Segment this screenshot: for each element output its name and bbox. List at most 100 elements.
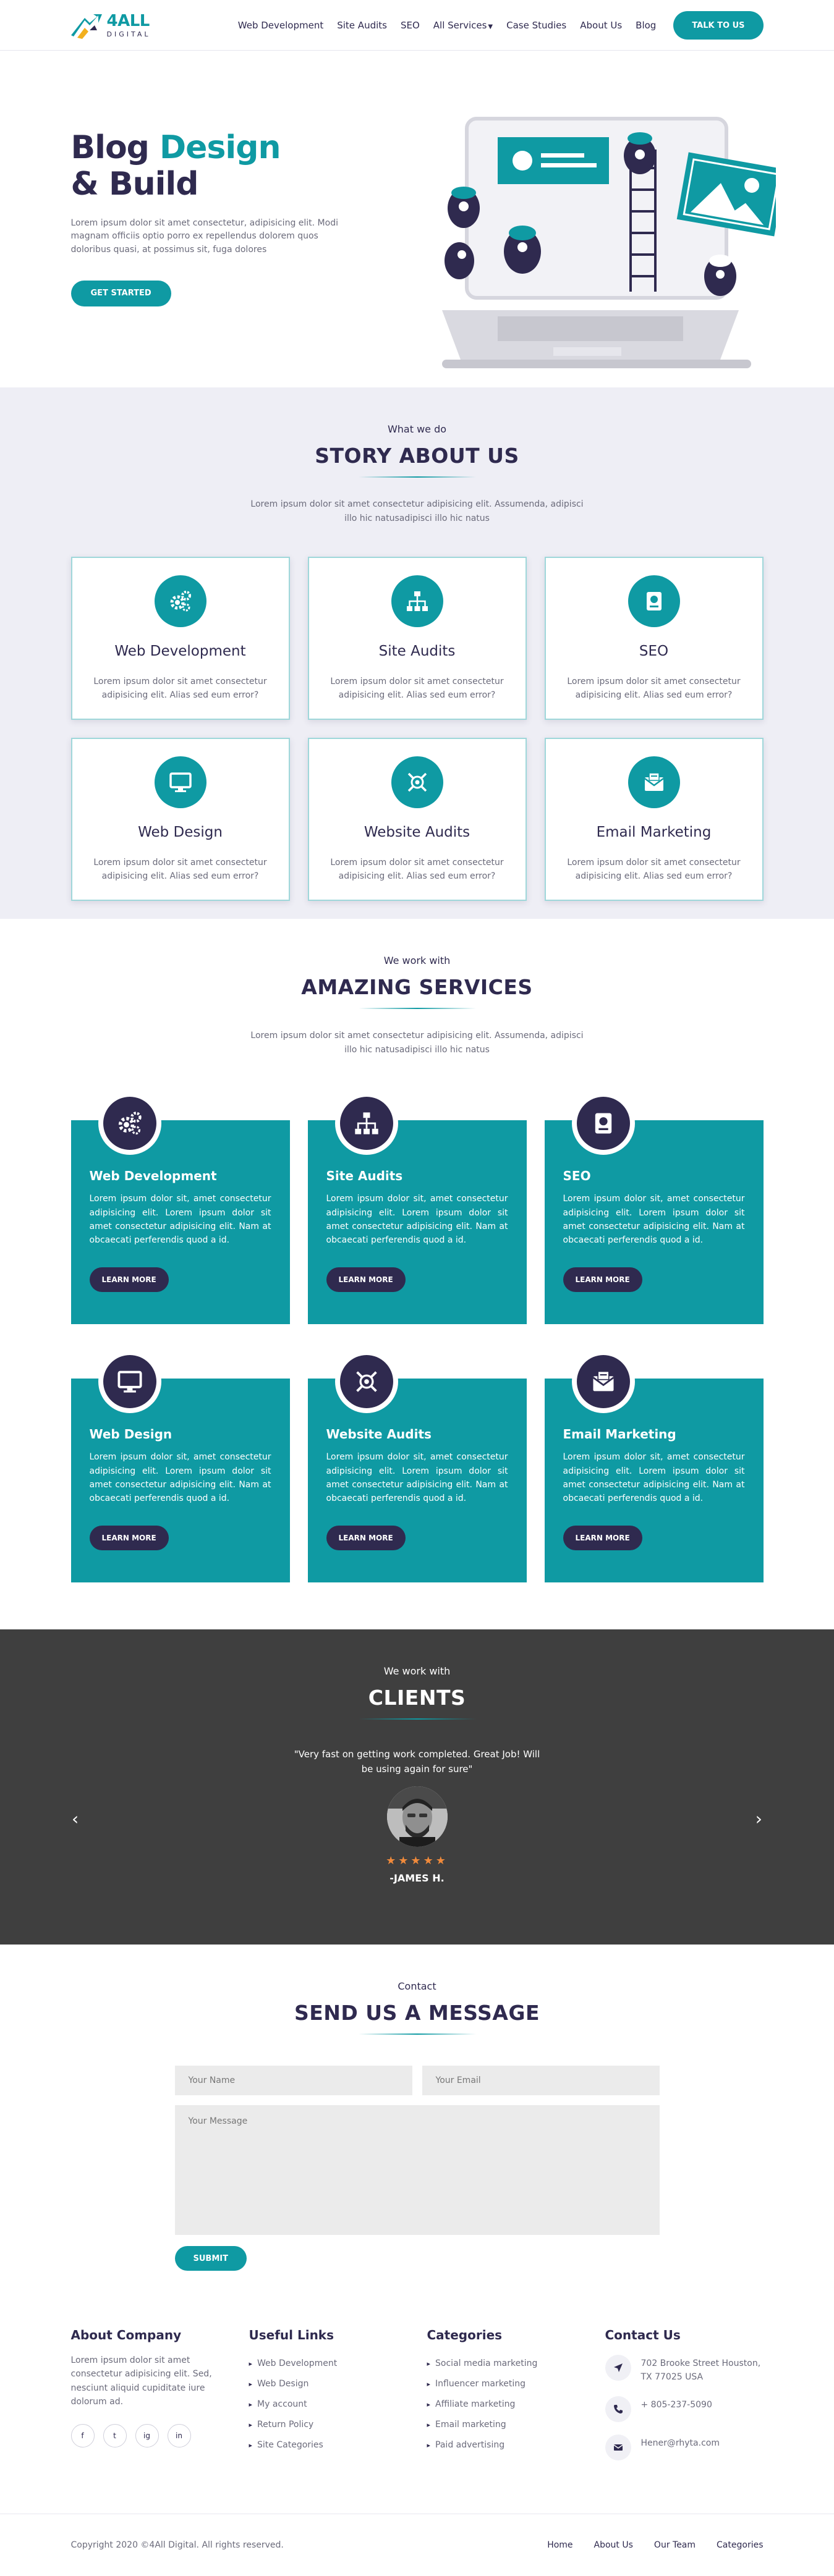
nav-blog[interactable]: Blog xyxy=(636,20,656,31)
footer-link[interactable]: Web Design xyxy=(249,2374,427,2394)
footer-category[interactable]: Affiliate marketing xyxy=(427,2394,605,2415)
title-divider xyxy=(358,2033,476,2035)
logo-name: 4ALL xyxy=(106,12,150,30)
service-card-title: Web Development xyxy=(89,1168,217,1184)
hero-illustration xyxy=(430,106,786,378)
footer-category[interactable]: Email marketing xyxy=(427,2415,605,2435)
footer-category[interactable]: Social media marketing xyxy=(427,2354,605,2374)
name-field[interactable]: Your Name xyxy=(174,2066,412,2095)
learn-more-button[interactable]: LEARN MORE xyxy=(89,1267,169,1292)
gears-icon xyxy=(154,575,206,628)
service-card-email-marketing: Email Marketing Lorem ipsum dolor sit, a… xyxy=(544,1350,764,1583)
next-arrow-icon[interactable]: › xyxy=(755,1809,762,1829)
service-card-seo: SEO Lorem ipsum dolor sit, amet consecte… xyxy=(544,1092,764,1325)
contact-kicker: Contact xyxy=(398,1980,436,1992)
envelope-icon xyxy=(605,2435,631,2461)
avatar xyxy=(386,1786,448,1847)
footer-link[interactable]: Site Categories xyxy=(249,2435,427,2456)
nav-site-audits[interactable]: Site Audits xyxy=(337,20,387,31)
get-started-button[interactable]: GET STARTED xyxy=(70,280,171,306)
gears-icon xyxy=(103,1097,156,1151)
logo-arrow-icon xyxy=(70,12,103,39)
copyright: Copyright 2020 ©4All Digital. All rights… xyxy=(70,2540,284,2550)
story-card-site-audits[interactable]: Site Audits Lorem ipsum dolor sit amet c… xyxy=(307,557,527,720)
main-nav: Web Development Site Audits SEO All Serv… xyxy=(238,20,657,31)
footer-contact: Contact Us 702 Brooke Street Houston, TX… xyxy=(605,2328,764,2461)
instagram-icon[interactable]: ig xyxy=(135,2423,159,2447)
story-card-text: Lorem ipsum dolor sit amet consectetur a… xyxy=(93,858,267,881)
email-field[interactable]: Your Email xyxy=(422,2066,660,2095)
service-card-text: Lorem ipsum dolor sit, amet consectetur … xyxy=(563,1452,745,1504)
twitter-icon[interactable]: t xyxy=(103,2423,127,2447)
learn-more-button[interactable]: LEARN MORE xyxy=(326,1525,406,1550)
message-field[interactable]: Your Message xyxy=(174,2105,660,2235)
story-kicker: What we do xyxy=(387,423,447,435)
client-name: -JAMES H. xyxy=(389,1872,445,1884)
learn-more-button[interactable]: LEARN MORE xyxy=(563,1267,642,1292)
story-card-title: Web Development xyxy=(114,643,246,660)
page: 4ALL DIGITAL Web Development Site Audits… xyxy=(0,0,834,2576)
story-card-web-development[interactable]: Web Development Lorem ipsum dolor sit am… xyxy=(70,557,290,720)
learn-more-button[interactable]: LEARN MORE xyxy=(326,1267,406,1292)
services-title: AMAZING SERVICES xyxy=(301,975,533,999)
footer-category[interactable]: Influencer marketing xyxy=(427,2374,605,2394)
footer-phone[interactable]: + 805-237-5090 xyxy=(641,2396,712,2412)
footer: About Company Lorem ipsum dolor sit amet… xyxy=(0,2310,834,2514)
learn-more-button[interactable]: LEARN MORE xyxy=(89,1525,169,1550)
nav-web-development[interactable]: Web Development xyxy=(238,20,323,31)
story-card-text: Lorem ipsum dolor sit amet consectetur a… xyxy=(330,858,504,881)
learn-more-button[interactable]: LEARN MORE xyxy=(563,1525,642,1550)
bottom-nav-about-us[interactable]: About Us xyxy=(594,2540,633,2550)
story-card-seo[interactable]: SEO Lorem ipsum dolor sit amet consectet… xyxy=(544,557,764,720)
title-divider xyxy=(358,1718,476,1720)
submit-button[interactable]: SUBMIT xyxy=(174,2246,247,2271)
prev-arrow-icon[interactable]: ‹ xyxy=(72,1809,79,1829)
talk-to-us-button[interactable]: TALK TO US xyxy=(673,11,764,40)
sitemap-icon xyxy=(391,575,443,628)
bottom-nav-categories[interactable]: Categories xyxy=(717,2540,763,2550)
footer-link[interactable]: Return Policy xyxy=(249,2415,427,2435)
story-card-email-marketing[interactable]: Email Marketing Lorem ipsum dolor sit am… xyxy=(544,738,764,902)
story-description: Lorem ipsum dolor sit amet consectetur a… xyxy=(250,499,584,524)
book-icon xyxy=(628,575,680,628)
clients-title: CLIENTS xyxy=(368,1686,466,1710)
title-divider xyxy=(358,1008,476,1009)
hero-title-accent: Design xyxy=(160,129,281,166)
story-title: STORY ABOUT US xyxy=(315,444,519,468)
hero-title-line-2: & Build xyxy=(70,166,199,203)
location-arrow-icon xyxy=(605,2355,631,2381)
envelope-icon xyxy=(628,756,680,809)
hero-title-word-1: Blog xyxy=(70,129,150,166)
service-card-website-audits: Website Audits Lorem ipsum dolor sit, am… xyxy=(307,1350,527,1583)
nav-case-studies[interactable]: Case Studies xyxy=(506,20,566,31)
monitor-icon xyxy=(103,1355,156,1409)
service-card-site-audits: Site Audits Lorem ipsum dolor sit, amet … xyxy=(307,1092,527,1325)
caret-down-icon: ▼ xyxy=(488,23,493,30)
story-card-title: Website Audits xyxy=(364,824,470,841)
facebook-icon[interactable]: f xyxy=(70,2423,95,2447)
testimonial-quote: "Very fast on getting work completed. Gr… xyxy=(294,1749,540,1775)
nav-about-us[interactable]: About Us xyxy=(580,20,622,31)
footer-contact-title: Contact Us xyxy=(605,2328,681,2342)
linkedin-icon[interactable]: in xyxy=(167,2423,191,2447)
bottom-nav-home[interactable]: Home xyxy=(547,2540,572,2550)
nav-seo[interactable]: SEO xyxy=(401,20,420,31)
story-card-text: Lorem ipsum dolor sit amet consectetur a… xyxy=(330,677,504,700)
hero-section: Blog Design & Build Lorem ipsum dolor si… xyxy=(0,51,834,387)
footer-email[interactable]: Hener@rhyta.com xyxy=(641,2435,720,2451)
title-divider xyxy=(358,476,476,478)
service-card-title: Email Marketing xyxy=(563,1427,676,1442)
nav-all-services[interactable]: All Services ▼ xyxy=(433,20,493,31)
service-card-text: Lorem ipsum dolor sit, amet consectetur … xyxy=(563,1194,745,1246)
services-description: Lorem ipsum dolor sit amet consectetur a… xyxy=(250,1031,584,1055)
story-card-website-audits[interactable]: Website Audits Lorem ipsum dolor sit ame… xyxy=(307,738,527,902)
story-card-title: Email Marketing xyxy=(596,824,712,841)
service-card-title: Site Audits xyxy=(326,1168,403,1184)
story-card-title: Web Design xyxy=(138,824,223,841)
story-card-web-design[interactable]: Web Design Lorem ipsum dolor sit amet co… xyxy=(70,738,290,902)
bottom-nav-our-team[interactable]: Our Team xyxy=(654,2540,696,2550)
footer-category[interactable]: Paid advertising xyxy=(427,2435,605,2456)
footer-link[interactable]: My account xyxy=(249,2394,427,2415)
footer-link[interactable]: Web Development xyxy=(249,2354,427,2374)
logo[interactable]: 4ALL DIGITAL xyxy=(70,12,238,39)
